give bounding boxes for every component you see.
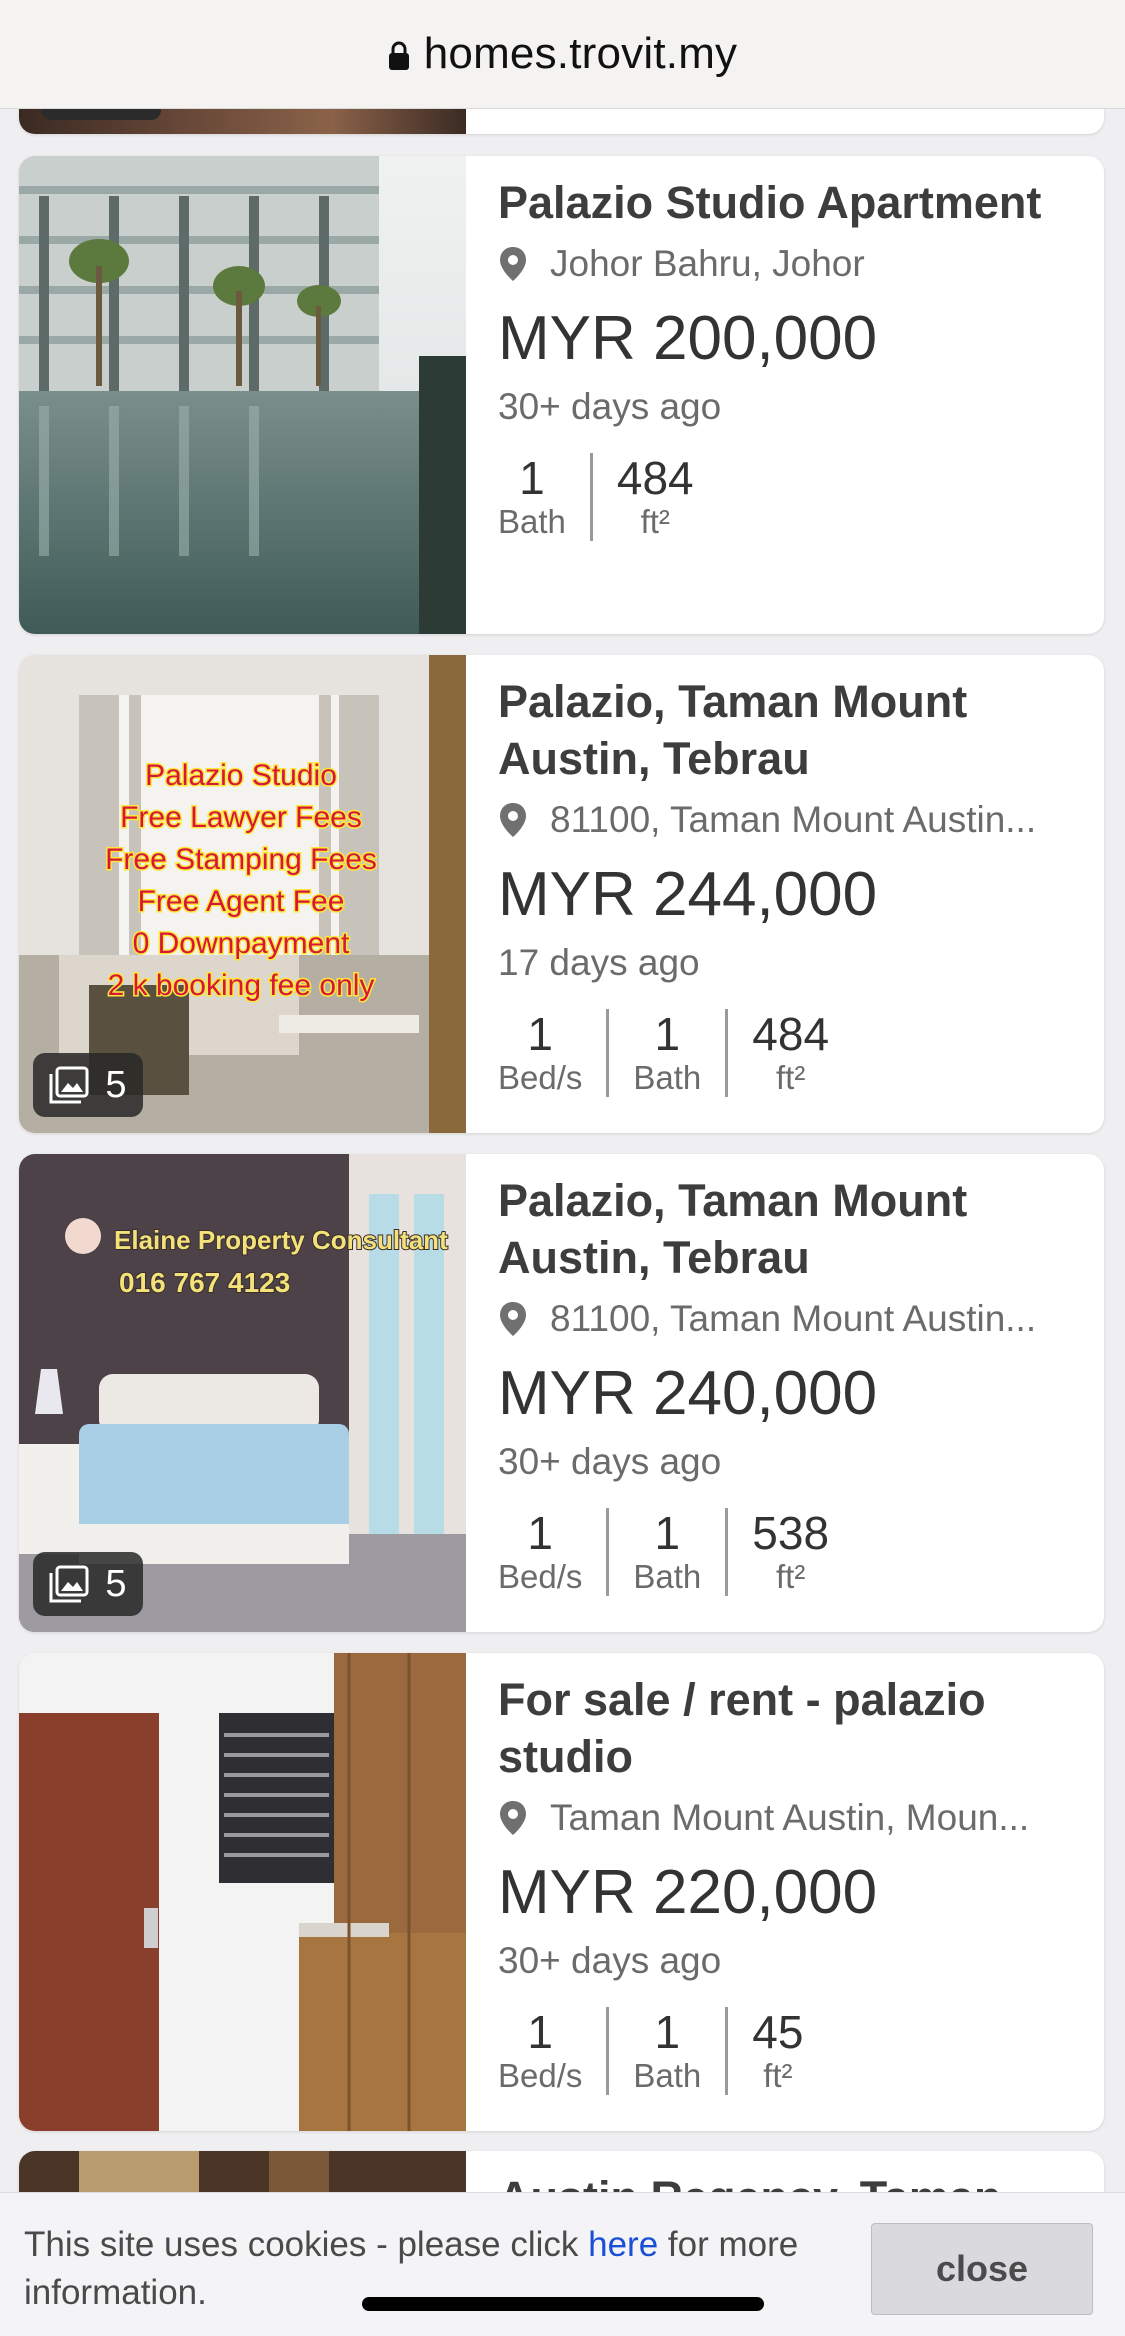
stat-value: 1 [527,1008,553,1060]
listing-title[interactable]: For sale / rent - palazio studio [498,1671,1084,1785]
listing-card[interactable]: Palazio Studio Free Lawyer Fees Free Sta… [19,655,1104,1133]
stat-area: 484 ft² [589,452,718,541]
stat-area: 45 ft² [725,2007,827,2095]
stat-unit: Bed/s [498,2057,583,2094]
cookie-banner: This site uses cookies - please click he… [0,2192,1125,2336]
listing-price: MYR 200,000 [498,304,878,373]
listing-price: MYR 240,000 [498,1359,878,1428]
stat-unit: Bath [633,1059,702,1096]
listing-photo[interactable]: Elaine Property Consultant 016 767 4123 … [19,1154,466,1632]
listing-title[interactable]: Palazio, Taman Mount Austin, Tebrau [498,1172,1084,1286]
location-text: Taman Mount Austin, Moun... [550,1797,1030,1838]
location-text: 81100, Taman Mount Austin... [550,1298,1037,1339]
listing-price: MYR 244,000 [498,860,878,929]
photo-text: Free Stamping Fees [105,843,377,876]
stat-value: 1 [654,2006,681,2058]
listing-stats: 1 Bed/s 1 Bath 538 ft² [498,1508,1084,1596]
lock-icon [388,41,409,70]
stat-value: 484 [752,1008,830,1060]
image-gallery-icon [49,1565,89,1603]
listing-location: Johor Bahru, Johor [498,239,1084,289]
location-text: Johor Bahru, Johor [550,243,865,284]
listing-card[interactable]: Elaine Property Consultant 016 767 4123 … [19,1154,1104,1632]
listing-date: 30+ days ago [498,1940,722,1981]
listing-photo[interactable] [19,1653,466,2131]
stat-bed: 1 Bed/s [498,1009,606,1097]
photo-text: Free Agent Fee [138,885,345,918]
listing-price: MYR 220,000 [498,1858,878,1927]
location-pin-icon [500,1801,526,1835]
stat-bath: 1 Bath [606,1508,725,1596]
stat-area: 538 ft² [725,1508,853,1596]
cookie-info-link[interactable]: here [588,2225,658,2264]
listing-title[interactable]: Palazio Studio Apartment [498,174,1084,231]
stat-unit: Bath [633,1558,702,1595]
stat-value: 538 [752,1507,830,1559]
stat-unit: ft² [763,2057,793,2094]
stat-value: 1 [519,452,545,504]
stat-value: 1 [527,2006,553,2058]
listing-date: 17 days ago [498,942,700,983]
listing-card[interactable]: For sale / rent - palazio studio Taman M… [19,1653,1104,2131]
stat-bath: 1 Bath [606,2007,725,2095]
photo-text: Palazio Studio [145,759,337,792]
stat-bath: 1 Bath [498,453,590,541]
stat-area: 484 ft² [725,1009,853,1097]
listing-stats: 1 Bed/s 1 Bath 45 ft² [498,2007,1084,2095]
browser-address-bar[interactable]: homes.trovit.my [0,0,1125,109]
listing-card[interactable]: Palazio Studio Apartment Johor Bahru, Jo… [19,156,1104,634]
listing-stats: 1 Bath 484 ft² [498,453,1084,541]
stat-unit: ft² [775,1558,806,1595]
stat-bed: 1 Bed/s [498,1508,606,1596]
listing-date: 30+ days ago [498,1441,722,1482]
url-text: homes.trovit.my [423,29,738,78]
stat-unit: ft² [640,503,670,540]
cookie-text-before: This site uses cookies - please click [24,2225,589,2264]
photo-count-badge[interactable]: 5 [33,1053,143,1117]
location-pin-icon [500,247,526,281]
stat-bath: 1 Bath [606,1009,725,1097]
photo-count-badge[interactable]: 5 [33,1552,143,1616]
photo-text: 2 k booking fee only [108,969,375,1002]
listing-stats: 1 Bed/s 1 Bath 484 ft² [498,1009,1084,1097]
photo-text: 0 Downpayment [133,927,350,960]
listing-photo[interactable]: Palazio Studio Free Lawyer Fees Free Sta… [19,655,466,1133]
photo-count: 5 [105,1562,127,1605]
cookie-close-button[interactable]: close [871,2223,1093,2315]
stat-unit: Bath [633,2057,702,2094]
stat-value: 1 [527,1507,553,1559]
photo-text: Free Lawyer Fees [120,801,362,834]
photo-count: 5 [105,1063,127,1106]
location-pin-icon [500,1302,526,1336]
stat-unit: Bath [498,503,566,540]
home-indicator[interactable] [362,2297,764,2311]
stat-unit: Bed/s [498,1558,583,1595]
stat-value: 45 [752,2006,804,2058]
listing-location: 81100, Taman Mount Austin... [498,1294,1084,1344]
listing-location: 81100, Taman Mount Austin... [498,795,1084,845]
location-pin-icon [500,803,526,837]
listing-date: 30+ days ago [498,386,722,427]
stat-bed: 1 Bed/s [498,2007,606,2095]
image-gallery-icon [49,1066,89,1104]
stat-unit: ft² [775,1059,806,1096]
photo-text: Elaine Property Consultant [114,1225,448,1255]
listing-photo[interactable] [19,156,466,634]
photo-text: 016 767 4123 [119,1267,290,1298]
location-text: 81100, Taman Mount Austin... [550,799,1037,840]
stat-value: 484 [616,452,694,504]
listing-location: Taman Mount Austin, Moun... [498,1793,1084,1843]
stat-value: 1 [654,1008,681,1060]
listing-title[interactable]: Palazio, Taman Mount Austin, Tebrau [498,673,1084,787]
stat-value: 1 [654,1507,681,1559]
stat-unit: Bed/s [498,1059,583,1096]
